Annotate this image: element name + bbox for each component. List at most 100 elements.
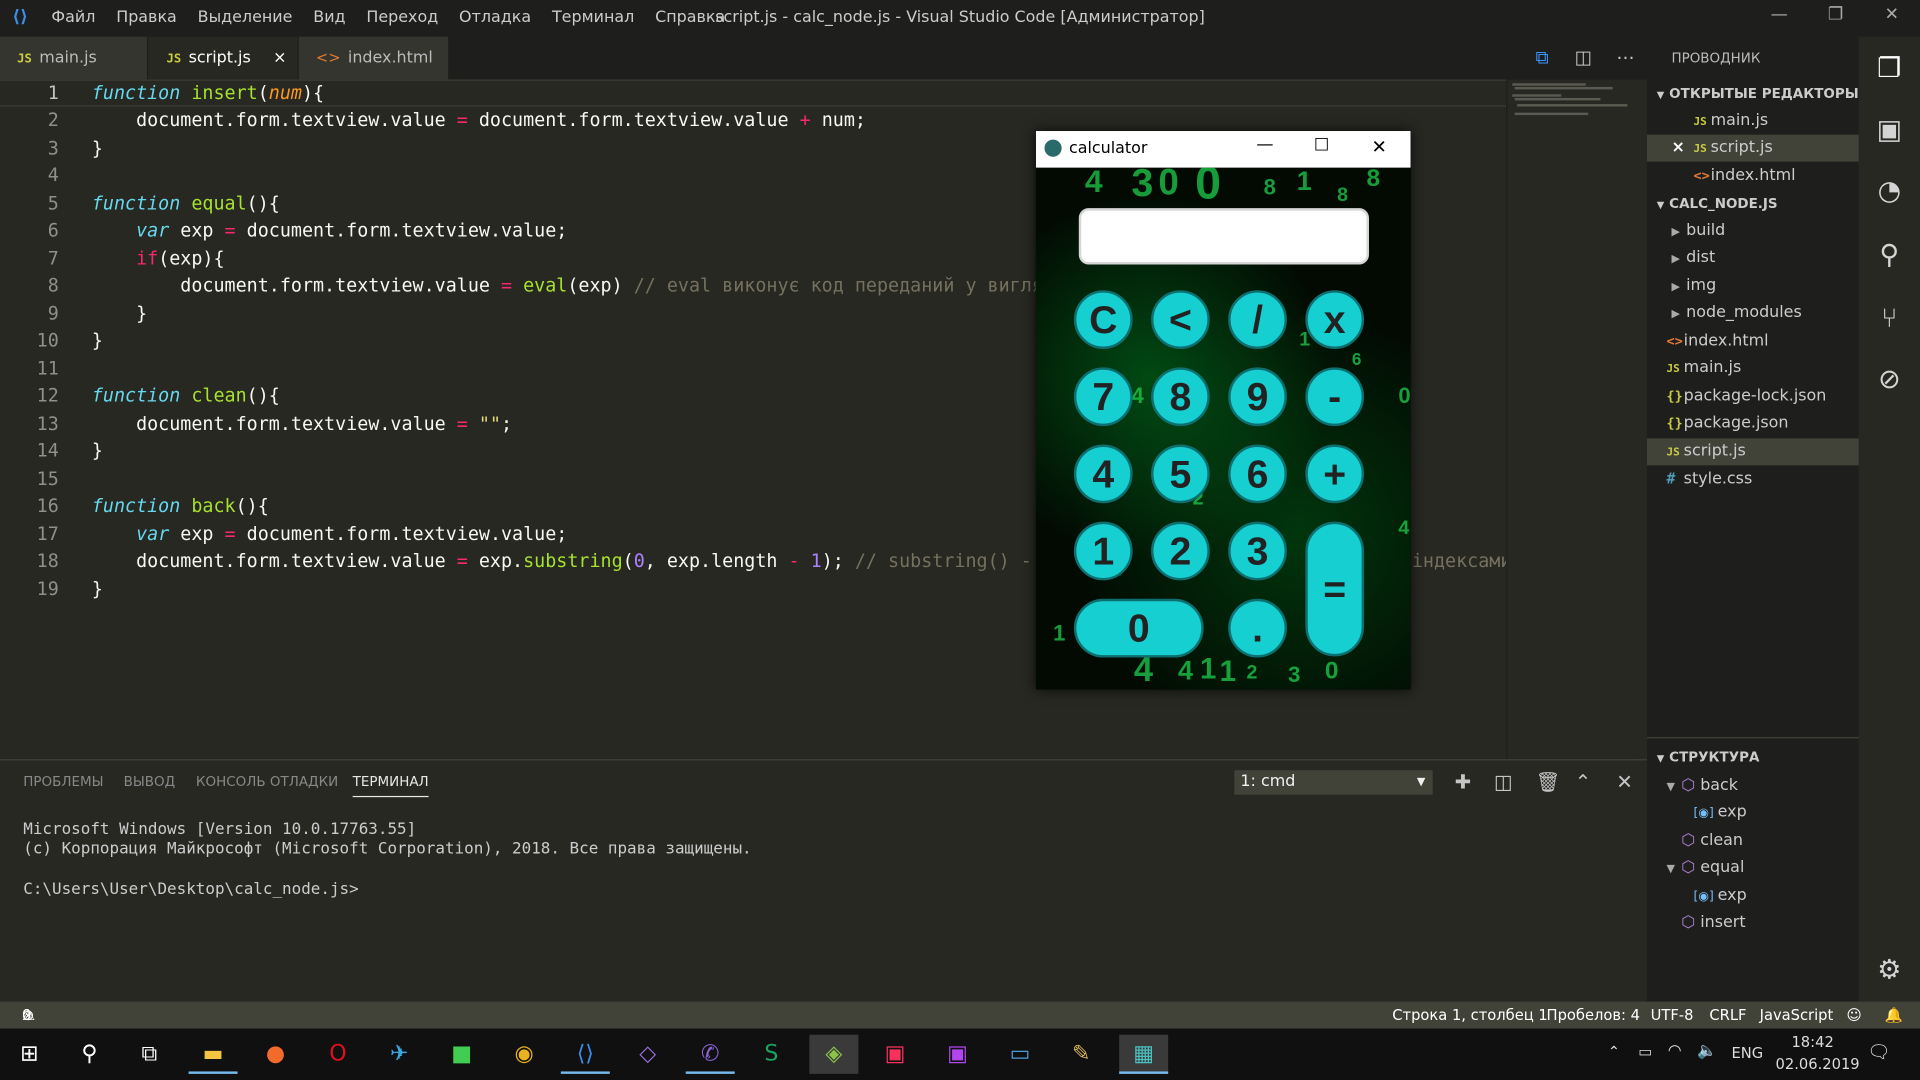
- folder-dist[interactable]: ▶ dist: [1647, 245, 1859, 272]
- tab-close-icon[interactable]: ×: [273, 37, 286, 80]
- digit-3-button[interactable]: 3: [1228, 521, 1287, 581]
- minimap[interactable]: [1506, 79, 1630, 760]
- calculator-display[interactable]: [1078, 208, 1369, 265]
- tab-main-js[interactable]: JS main.js: [0, 36, 147, 80]
- source-control-icon[interactable]: ⑂: [1873, 304, 1905, 336]
- digit-1-button[interactable]: 1: [1073, 521, 1133, 581]
- intellij-icon[interactable]: ▣: [871, 1035, 920, 1074]
- outline-item-exp[interactable]: [◉] exp: [1647, 800, 1859, 827]
- feedback-icon[interactable]: ☺: [1847, 1002, 1862, 1029]
- mysql-workbench-icon[interactable]: ▭: [996, 1035, 1045, 1074]
- notepad-icon[interactable]: ✎: [1057, 1035, 1106, 1074]
- chevron-up-icon[interactable]: ⌃: [1575, 770, 1591, 793]
- tab-debug-console[interactable]: КОНСОЛЬ ОТЛАДКИ: [196, 774, 338, 790]
- close-icon[interactable]: ✕: [1864, 5, 1920, 25]
- clear-button[interactable]: C: [1073, 290, 1133, 349]
- qt-creator-icon[interactable]: ■: [437, 1035, 486, 1074]
- tab-problems[interactable]: ПРОБЛЕМЫ: [23, 774, 103, 790]
- search-icon[interactable]: ⚲: [65, 1035, 114, 1074]
- calculator-app-icon[interactable]: ▦: [1119, 1034, 1169, 1074]
- maximize-icon[interactable]: ☐: [1314, 136, 1329, 156]
- digit-8-button[interactable]: 8: [1151, 367, 1210, 427]
- digit-4-button[interactable]: 4: [1073, 444, 1133, 504]
- project-folder-header[interactable]: ▼ CALC_NODE.JS: [1657, 196, 1778, 212]
- volume-icon[interactable]: 🔈: [1697, 1042, 1717, 1060]
- notifications-icon[interactable]: 🗨: [1867, 1041, 1890, 1063]
- tab-output[interactable]: ВЫВОД: [124, 774, 176, 790]
- close-icon[interactable]: ✕: [1371, 136, 1386, 158]
- close-panel-icon[interactable]: ✕: [1616, 770, 1632, 793]
- digit-9-button[interactable]: 9: [1228, 367, 1287, 427]
- split-terminal-icon[interactable]: ◫: [1494, 770, 1513, 793]
- outline-header[interactable]: ▼ СТРУКТУРА: [1657, 749, 1760, 765]
- multiply-button[interactable]: x: [1305, 290, 1365, 349]
- more-actions-icon[interactable]: ⋯: [1616, 47, 1634, 69]
- file-script-js[interactable]: JS script.js: [1646, 438, 1859, 466]
- start-icon[interactable]: ⊞: [5, 1035, 54, 1074]
- backspace-button[interactable]: <: [1151, 290, 1210, 349]
- battery-icon[interactable]: ▭: [1638, 1043, 1652, 1060]
- open-editor-index-html[interactable]: <>index.html: [1647, 163, 1859, 190]
- tab-index-html[interactable]: <> index.html: [298, 36, 449, 80]
- folder-img[interactable]: ▶ img: [1647, 273, 1859, 300]
- terminal-prompt[interactable]: C:\Users\User\Desktop\calc_node.js>: [23, 880, 358, 898]
- line-ending[interactable]: CRLF: [1709, 1002, 1746, 1029]
- file-main-js[interactable]: JS main.js: [1647, 355, 1859, 382]
- cursor-position[interactable]: Строка 1, столбец 1: [1392, 1002, 1548, 1029]
- restore-icon[interactable]: ❐: [1807, 5, 1863, 25]
- file-package-lock-json[interactable]: {}package-lock.json: [1647, 383, 1859, 410]
- clock-date[interactable]: 02.06.2019: [1776, 1056, 1860, 1073]
- debug-icon[interactable]: ⊘: [1873, 365, 1905, 397]
- digit-6-button[interactable]: 6: [1228, 444, 1287, 504]
- telegram-icon[interactable]: ✈: [375, 1035, 424, 1074]
- digit-0-button[interactable]: 0: [1073, 598, 1204, 658]
- app-s-icon[interactable]: S: [747, 1035, 796, 1074]
- minus-button[interactable]: -: [1305, 367, 1365, 427]
- search-icon[interactable]: ⚲: [1873, 240, 1905, 272]
- explorer-icon[interactable]: ❐: [1873, 54, 1905, 86]
- file-package-json[interactable]: {}package.json: [1647, 410, 1859, 437]
- outline-item-exp[interactable]: [◉] exp: [1647, 883, 1859, 910]
- language-indicator[interactable]: ENG: [1731, 1044, 1763, 1061]
- minimize-icon[interactable]: —: [1256, 135, 1273, 155]
- open-editors-header[interactable]: ▼ ОТКРЫТЫЕ РЕДАКТОРЫ: [1657, 86, 1859, 102]
- wifi-icon[interactable]: ◠: [1668, 1042, 1682, 1060]
- folder-build[interactable]: ▶ build: [1647, 218, 1859, 245]
- tab-terminal[interactable]: ТЕРМИНАЛ: [352, 774, 429, 798]
- open-editor-main-js[interactable]: JS main.js: [1647, 108, 1859, 135]
- outline-item-insert[interactable]: ⬡ insert: [1647, 910, 1859, 937]
- tab-script-js[interactable]: JS script.js ×: [148, 36, 298, 80]
- task-view-icon[interactable]: ⧉: [125, 1035, 174, 1074]
- close-icon[interactable]: ×: [1671, 135, 1693, 162]
- visual-studio-icon[interactable]: ◇: [623, 1035, 672, 1074]
- chrome-icon[interactable]: ◉: [500, 1035, 549, 1074]
- file-style-css[interactable]: # style.css: [1647, 465, 1859, 492]
- extensions-icon[interactable]: ▣: [1873, 115, 1905, 147]
- terminal-select[interactable]: 1: cmd ▼: [1234, 770, 1433, 795]
- digit-7-button[interactable]: 7: [1073, 367, 1133, 427]
- outline-item-clean[interactable]: ⬡ clean: [1647, 828, 1859, 855]
- outline-item-back[interactable]: ▼ ⬡ back: [1647, 773, 1859, 800]
- trash-icon[interactable]: 🗑: [1536, 770, 1561, 793]
- clock-time[interactable]: 18:42: [1791, 1033, 1833, 1050]
- new-terminal-icon[interactable]: ✚: [1455, 770, 1471, 793]
- equals-button[interactable]: =: [1305, 521, 1365, 657]
- opera-icon[interactable]: O: [313, 1035, 362, 1074]
- open-changes-icon[interactable]: ⧉: [1536, 47, 1549, 69]
- language-mode[interactable]: JavaScript: [1760, 1002, 1834, 1029]
- bell-icon[interactable]: 🔔: [1885, 1002, 1903, 1029]
- gear-icon[interactable]: ⚙: [1873, 955, 1905, 987]
- file-index-html[interactable]: <>index.html: [1647, 328, 1859, 355]
- divide-button[interactable]: /: [1228, 290, 1287, 349]
- indentation[interactable]: Пробелов: 4: [1547, 1002, 1640, 1029]
- browser-icon[interactable]: ●: [251, 1035, 300, 1074]
- digit-2-button[interactable]: 2: [1151, 521, 1210, 581]
- vscode-icon[interactable]: ⟨⟩: [560, 1035, 610, 1074]
- chevron-up-icon[interactable]: ⌃: [1608, 1043, 1620, 1060]
- encoding[interactable]: UTF-8: [1651, 1002, 1694, 1029]
- open-editor-script-js[interactable]: × JS script.js: [1646, 134, 1859, 162]
- decimal-button[interactable]: .: [1228, 598, 1287, 658]
- git-history-icon[interactable]: ◔: [1873, 176, 1905, 208]
- outline-item-equal[interactable]: ▼ ⬡ equal: [1647, 855, 1859, 882]
- minimize-icon[interactable]: —: [1751, 5, 1807, 25]
